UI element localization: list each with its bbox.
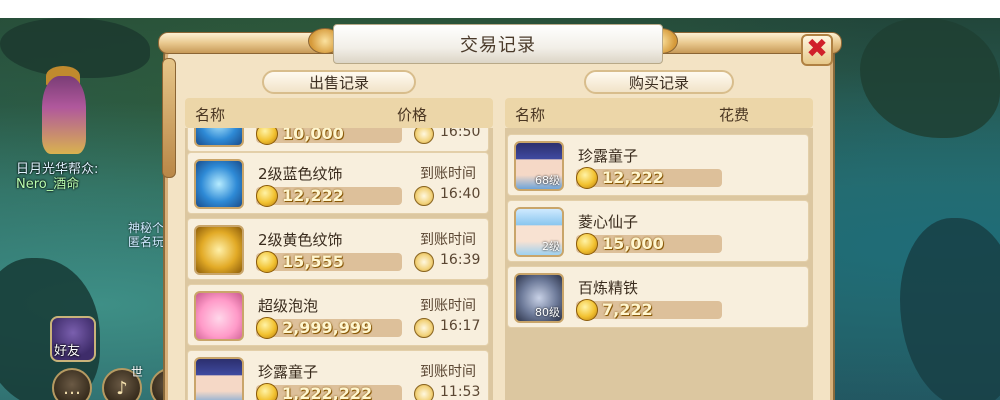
guild-name: 日月光华帮众:	[16, 162, 99, 177]
sell-record-row[interactable]: 珍露童子 到账时间 1,222,222 11:53	[187, 350, 489, 400]
water-rock	[900, 218, 1000, 400]
tab-buy-records[interactable]: 购买记录	[584, 70, 734, 94]
dialog-title: 交易记录	[333, 24, 663, 64]
item-name: 珍露童子	[578, 147, 639, 165]
other-player-label: 神秘个 匿名玩	[128, 221, 164, 249]
clock-icon	[414, 318, 434, 338]
buy-col-name: 名称	[515, 106, 546, 124]
buy-record-row[interactable]: 80级 百炼精铁 7,222	[507, 266, 809, 328]
sale-price: 15,555	[282, 252, 344, 271]
friends-label: 好友	[54, 344, 81, 359]
item-name: 2级蓝色纹饰	[258, 165, 343, 183]
blue-ornament-icon	[194, 128, 244, 147]
sell-record-row[interactable]: 2级黄色纹饰 到账时间 15,555 16:39	[187, 218, 489, 280]
buy-col-cost: 花费	[719, 106, 750, 124]
sell-col-price: 价格	[397, 106, 428, 124]
chat-button[interactable]: …	[52, 368, 92, 400]
item-name: 2级黄色纹饰	[258, 231, 343, 249]
arrival-time-label: 到账时间	[420, 166, 476, 182]
girl-pet-portrait-icon: 68级	[514, 141, 564, 191]
arrival-time-label: 到账时间	[420, 364, 476, 380]
pink-bubble-pet-icon	[194, 291, 244, 341]
other-player-line1: 神秘个	[128, 221, 165, 235]
clock-icon	[414, 252, 434, 272]
sell-col-name: 名称	[195, 106, 226, 124]
sell-record-row[interactable]: 超级泡泡 到账时间 2,999,999 16:17	[187, 284, 489, 346]
arrival-time-label: 到账时间	[420, 298, 476, 314]
coin-icon	[576, 299, 598, 321]
arrival-time: 11:53	[440, 384, 481, 400]
chat-bubble-icon: …	[63, 377, 81, 399]
npc-character[interactable]	[42, 76, 86, 154]
arrival-time: 16:40	[440, 186, 481, 202]
coin-icon	[256, 185, 278, 207]
close-button[interactable]: ✖	[801, 34, 833, 66]
arrival-time: 16:17	[440, 318, 481, 334]
blue-ornament-icon	[194, 159, 244, 209]
player-name: Nero_酒命	[16, 177, 80, 192]
level-tag: 2级	[542, 240, 560, 253]
other-player-line2: 匿名玩	[128, 235, 165, 249]
sale-price: 1,222,222	[282, 384, 373, 400]
arrival-time: 16:50	[440, 128, 481, 140]
sell-record-row[interactable]: 2级蓝色纹饰 到账时间 12,222 16:40	[187, 152, 489, 214]
iron-ore-icon: 80级	[514, 273, 564, 323]
clock-icon	[414, 384, 434, 400]
yellow-ornament-icon	[194, 225, 244, 275]
item-name: 珍露童子	[258, 363, 319, 381]
sale-price: 2,999,999	[282, 318, 373, 337]
level-tag: 80级	[535, 306, 560, 319]
coin-icon	[256, 251, 278, 273]
tab-sell-records[interactable]: 出售记录	[262, 70, 416, 94]
coin-icon	[256, 317, 278, 339]
clock-icon	[414, 186, 434, 206]
buy-column-header: 名称 花费	[505, 98, 813, 128]
sell-records-list[interactable]: 10,000 16:50 2级蓝色纹饰 到账时间 12,222 16:40 2级黄色纹饰 到账…	[185, 128, 493, 400]
girl-pet-portrait-icon	[194, 357, 244, 400]
coin-icon	[256, 383, 278, 400]
coin-icon	[576, 167, 598, 189]
arrival-time-label: 到账时间	[420, 232, 476, 248]
left-tassel-ornament	[162, 58, 176, 178]
coin-icon	[576, 233, 598, 255]
clock-icon	[414, 128, 434, 144]
sale-price: 12,222	[282, 186, 344, 205]
buy-records-list[interactable]: 68级 珍露童子 12,222 2级 菱心仙子 15,000 80级 百炼精铁 7,222	[505, 128, 813, 400]
sale-price: 10,000	[282, 128, 344, 143]
item-name: 超级泡泡	[258, 297, 319, 315]
microphone-icon: ♪	[116, 377, 128, 399]
cost-price: 15,000	[602, 234, 664, 253]
arrival-time: 16:39	[440, 252, 481, 268]
sell-column-header: 名称 价格	[185, 98, 493, 128]
fairy-pet-portrait-icon: 2级	[514, 207, 564, 257]
close-icon: ✖	[806, 34, 828, 64]
world-channel-tag: 世	[131, 365, 144, 379]
tree-canopy	[860, 18, 1000, 138]
cost-price: 12,222	[602, 168, 664, 187]
cost-price: 7,222	[602, 300, 653, 319]
buy-record-row[interactable]: 68级 珍露童子 12,222	[507, 134, 809, 196]
npc-guild-label: 日月光华帮众: Nero_酒命	[16, 162, 98, 192]
sell-record-row[interactable]: 10,000 16:50	[187, 128, 489, 152]
buy-record-row[interactable]: 2级 菱心仙子 15,000	[507, 200, 809, 262]
item-name: 百炼精铁	[578, 279, 639, 297]
item-name: 菱心仙子	[578, 213, 639, 231]
level-tag: 68级	[535, 174, 560, 187]
